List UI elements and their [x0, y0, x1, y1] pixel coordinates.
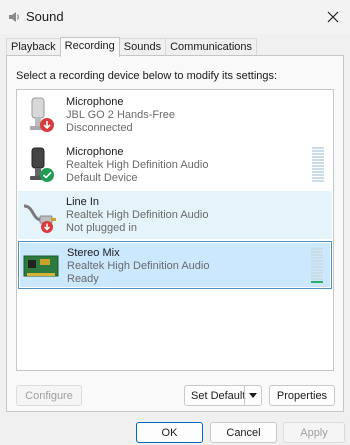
set-default-button[interactable]: Set Default	[184, 385, 262, 406]
device-status: Not plugged in	[66, 222, 137, 234]
device-description: JBL GO 2 Hands-Free	[66, 109, 176, 121]
close-icon	[327, 11, 339, 23]
device-description: Realtek High Definition Audio	[67, 260, 210, 272]
device-status: Default Device	[66, 172, 138, 184]
tab-playback[interactable]: Playback	[6, 38, 61, 56]
title-bar: Sound	[0, 0, 350, 34]
ok-button[interactable]: OK	[136, 422, 203, 443]
line-in-cable-icon	[23, 204, 56, 233]
window-title: Sound	[26, 9, 64, 24]
device-description: Realtek High Definition Audio	[66, 159, 209, 171]
tab-recording[interactable]: Recording	[59, 37, 120, 57]
microphone-icon	[30, 97, 54, 132]
close-button[interactable]	[316, 0, 350, 34]
device-item[interactable]: Stereo Mix Realtek High Definition Audio…	[18, 241, 332, 289]
device-item[interactable]: Microphone JBL GO 2 Hands-Free Disconnec…	[18, 91, 332, 139]
recording-panel: Select a recording device below to modif…	[6, 55, 344, 412]
device-description: Realtek High Definition Audio	[66, 209, 209, 221]
cancel-button[interactable]: Cancel	[210, 422, 277, 443]
instructions-text: Select a recording device below to modif…	[16, 70, 278, 82]
device-name: Microphone	[66, 96, 124, 108]
device-name: Stereo Mix	[67, 247, 120, 259]
device-name: Line In	[66, 196, 100, 208]
device-item[interactable]: Line In Realtek High Definition Audio No…	[18, 191, 332, 239]
device-status: Ready	[67, 273, 99, 285]
device-item[interactable]: Microphone Realtek High Definition Audio…	[18, 141, 332, 189]
level-meter	[312, 147, 324, 183]
properties-button[interactable]: Properties	[269, 385, 335, 406]
device-list[interactable]: Microphone JBL GO 2 Hands-Free Disconnec…	[16, 89, 334, 371]
set-default-label: Set Default	[191, 390, 246, 402]
green-check-badge	[40, 168, 54, 182]
sound-card-icon	[23, 255, 59, 277]
device-status: Disconnected	[66, 122, 133, 134]
tab-sounds[interactable]: Sounds	[118, 38, 167, 56]
tab-strip: Playback Recording Sounds Communications	[6, 37, 258, 57]
configure-button[interactable]: Configure	[16, 385, 82, 406]
tab-communications[interactable]: Communications	[165, 38, 258, 56]
microphone-icon	[30, 147, 54, 182]
speaker-icon	[9, 12, 19, 22]
apply-button[interactable]: Apply	[283, 422, 345, 443]
caret-down-icon	[249, 393, 257, 398]
set-default-dropdown[interactable]	[244, 386, 261, 405]
level-meter	[311, 248, 323, 284]
device-name: Microphone	[66, 146, 124, 158]
